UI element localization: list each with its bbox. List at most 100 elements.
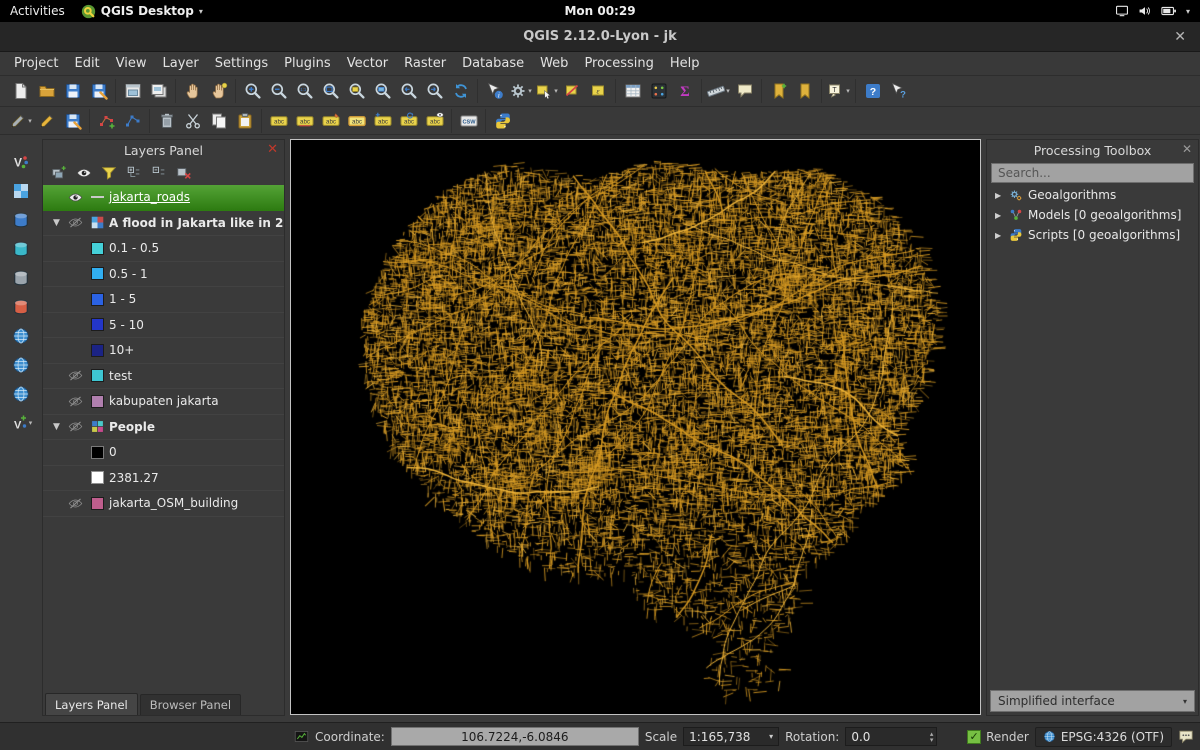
python-console-button[interactable]: [490, 109, 515, 133]
add-group-button[interactable]: [48, 162, 70, 184]
layer-item-a-flood-in-jakarta-like-in-2007[interactable]: ▼A flood in Jakarta like in 2007: [43, 211, 284, 237]
scale-combobox[interactable]: 1:165,738 ▾: [683, 727, 779, 746]
layer-visible-eye-icon[interactable]: [66, 190, 85, 205]
legend-class-10[interactable]: 10+: [43, 338, 284, 364]
add-wcs-layer-button[interactable]: [8, 352, 34, 377]
add-mssql-layer-button[interactable]: [8, 265, 34, 290]
labeling-button[interactable]: abc: [266, 109, 291, 133]
new-layer-button[interactable]: V▾: [8, 410, 34, 435]
extents-toggle-icon[interactable]: [294, 729, 309, 744]
move-label-button[interactable]: abc: [370, 109, 395, 133]
composer-manager-button[interactable]: [146, 79, 171, 103]
add-vector-layer-button[interactable]: V: [8, 149, 34, 174]
display-icon[interactable]: [1115, 4, 1129, 18]
legend-class-1-5[interactable]: 1 - 5: [43, 287, 284, 313]
layer-item-test[interactable]: test: [43, 364, 284, 390]
processing-item-gear[interactable]: ▶Geoalgorithms: [987, 185, 1198, 205]
menu-raster[interactable]: Raster: [396, 54, 454, 73]
legend-class-0[interactable]: 0: [43, 440, 284, 466]
layer-item-people[interactable]: ▼People: [43, 415, 284, 441]
save-project-as-button[interactable]: [86, 79, 111, 103]
render-toggle[interactable]: ✓ Render: [967, 730, 1029, 744]
menu-web[interactable]: Web: [532, 54, 576, 73]
dropdown-arrow-icon[interactable]: ▾: [29, 419, 33, 427]
cut-features-button[interactable]: [180, 109, 205, 133]
measure-button[interactable]: ▾: [706, 79, 731, 103]
legend-class-0-1-0-5[interactable]: 0.1 - 0.5: [43, 236, 284, 262]
rotation-down-button[interactable]: ▾: [930, 737, 934, 743]
open-project-button[interactable]: [34, 79, 59, 103]
copy-features-button[interactable]: [206, 109, 231, 133]
processing-item-model[interactable]: ▶Models [0 geoalgorithms]: [987, 205, 1198, 225]
add-oracle-layer-button[interactable]: [8, 294, 34, 319]
zoom-native-button[interactable]: 1:1: [292, 79, 317, 103]
node-tool-button[interactable]: [120, 109, 145, 133]
coordinate-input[interactable]: [391, 727, 639, 746]
run-feature-action-button[interactable]: ▾: [508, 79, 533, 103]
field-calculator-button[interactable]: [646, 79, 671, 103]
volume-icon[interactable]: [1138, 4, 1152, 18]
layer-item-jakarta-osm-building[interactable]: jakarta_OSM_building: [43, 491, 284, 517]
metasearch-csw-button[interactable]: CSW: [456, 109, 481, 133]
zoom-to-selection-button[interactable]: [344, 79, 369, 103]
zoom-in-button[interactable]: [240, 79, 265, 103]
interface-mode-select[interactable]: Simplified interface ▾: [990, 690, 1195, 712]
expander-icon[interactable]: ▼: [50, 218, 63, 228]
map-canvas[interactable]: [290, 139, 981, 715]
zoom-last-button[interactable]: [396, 79, 421, 103]
battery-icon[interactable]: [1161, 3, 1177, 19]
menu-processing[interactable]: Processing: [576, 54, 661, 73]
menu-plugins[interactable]: Plugins: [276, 54, 339, 73]
save-layer-edits-button[interactable]: [60, 109, 85, 133]
system-menu-chevron-icon[interactable]: ▾: [1186, 7, 1190, 16]
show-hide-labels-button[interactable]: abc: [422, 109, 447, 133]
collapse-all-button[interactable]: [148, 162, 170, 184]
tab-layers-panel[interactable]: Layers Panel: [45, 693, 138, 715]
highlight-labels-button[interactable]: abc: [344, 109, 369, 133]
add-wfs-layer-button[interactable]: [8, 381, 34, 406]
menu-settings[interactable]: Settings: [207, 54, 276, 73]
menu-help[interactable]: Help: [662, 54, 708, 73]
tab-browser-panel[interactable]: Browser Panel: [140, 694, 241, 715]
menu-view[interactable]: View: [108, 54, 155, 73]
menu-layer[interactable]: Layer: [155, 54, 207, 73]
rotation-input[interactable]: [846, 730, 929, 744]
pin-labels-button[interactable]: abc: [318, 109, 343, 133]
new-project-button[interactable]: [8, 79, 33, 103]
window-close-button[interactable]: ✕: [1174, 29, 1186, 45]
refresh-button[interactable]: [448, 79, 473, 103]
zoom-to-layer-button[interactable]: [370, 79, 395, 103]
expander-icon[interactable]: ▶: [995, 231, 1004, 240]
menu-project[interactable]: Project: [6, 54, 66, 73]
add-spatialite-layer-button[interactable]: [8, 236, 34, 261]
legend-class-0-5-1[interactable]: 0.5 - 1: [43, 262, 284, 288]
open-attribute-table-button[interactable]: [620, 79, 645, 103]
map-tips-button[interactable]: [732, 79, 757, 103]
deselect-features-button[interactable]: [560, 79, 585, 103]
layer-hidden-eye-icon[interactable]: [66, 394, 85, 409]
dropdown-arrow-icon[interactable]: ▾: [554, 87, 558, 95]
messages-button[interactable]: [1178, 729, 1194, 745]
current-edits-button[interactable]: ▾: [8, 109, 33, 133]
toggle-editing-button[interactable]: [34, 109, 59, 133]
help-contents-button[interactable]: ?: [860, 79, 885, 103]
legend-class-2381-27[interactable]: 2381.27: [43, 466, 284, 492]
layer-item-kabupaten-jakarta[interactable]: kabupaten jakarta: [43, 389, 284, 415]
remove-layer-button[interactable]: [173, 162, 195, 184]
pan-map-button[interactable]: [180, 79, 205, 103]
layers-panel-close-button[interactable]: ✕: [267, 142, 278, 157]
save-project-button[interactable]: [60, 79, 85, 103]
render-checkbox[interactable]: ✓: [967, 730, 981, 744]
manage-visibility-button[interactable]: [73, 162, 95, 184]
app-menu-button[interactable]: QGIS Desktop ▾: [81, 4, 203, 19]
select-features-button[interactable]: ▾: [534, 79, 559, 103]
change-label-button[interactable]: abc: [292, 109, 317, 133]
delete-selected-button[interactable]: [154, 109, 179, 133]
legend-class-5-10[interactable]: 5 - 10: [43, 313, 284, 339]
new-bookmark-button[interactable]: [766, 79, 791, 103]
add-raster-layer-button[interactable]: [8, 178, 34, 203]
expander-icon[interactable]: ▶: [995, 211, 1004, 220]
menu-database[interactable]: Database: [454, 54, 532, 73]
zoom-out-button[interactable]: [266, 79, 291, 103]
menu-edit[interactable]: Edit: [66, 54, 107, 73]
